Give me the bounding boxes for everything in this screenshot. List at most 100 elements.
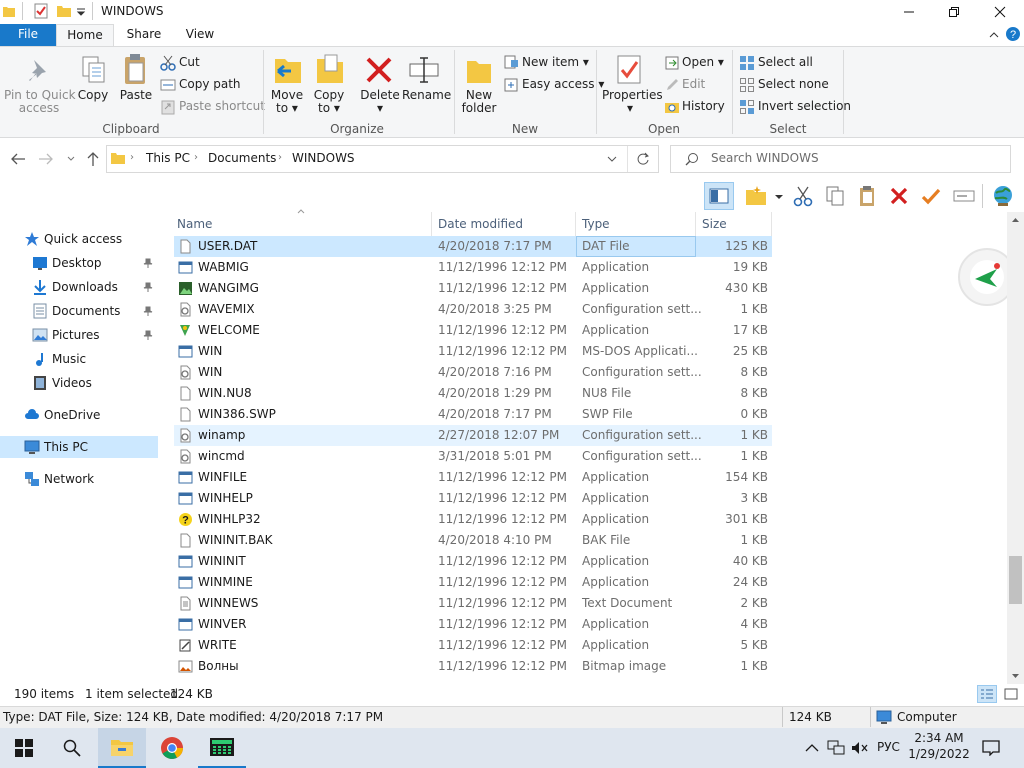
file-row[interactable]: WINHELP 11/12/1996 12:12 PM Application 3 K…: [174, 488, 772, 509]
tab-share[interactable]: Share: [118, 24, 170, 46]
file-row[interactable]: WIN 11/12/1996 12:12 PM MS-DOS Applicati..…: [174, 341, 772, 362]
maximize-button[interactable]: [931, 0, 977, 24]
nav-downloads[interactable]: Downloads: [0, 276, 158, 298]
close-button[interactable]: [977, 0, 1023, 24]
file-row[interactable]: WRITE 11/12/1996 12:12 PM Application 5 KB: [174, 635, 772, 656]
file-row[interactable]: WININIT.BAK 4/20/2018 4:10 PM BAK File 1 KB: [174, 530, 772, 551]
column-divider[interactable]: [695, 212, 696, 236]
file-row[interactable]: WIN386.SWP 4/20/2018 7:17 PM SWP File 0 KB: [174, 404, 772, 425]
copy-button[interactable]: Copy: [76, 89, 110, 102]
toolbar-dropdown-button[interactable]: [772, 190, 786, 204]
column-divider[interactable]: [575, 212, 576, 236]
show-hidden-icons-button[interactable]: [802, 738, 822, 758]
large-icons-view-button[interactable]: [1001, 685, 1021, 703]
breadcrumb-documents[interactable]: Documents: [208, 151, 276, 165]
select-none-button[interactable]: Select none: [758, 77, 829, 91]
delete-toolbar-button[interactable]: [888, 184, 910, 208]
help-icon[interactable]: ?: [1005, 26, 1021, 42]
move-to-button[interactable]: Move to ▾: [268, 89, 306, 115]
breadcrumb-windows[interactable]: WINDOWS: [292, 151, 355, 165]
open-button[interactable]: Open ▾: [682, 55, 724, 69]
column-header-name[interactable]: Name: [177, 214, 212, 236]
file-row[interactable]: WIN.NU8 4/20/2018 1:29 PM NU8 File 8 KB: [174, 383, 772, 404]
new-folder-qat-icon[interactable]: [56, 3, 72, 19]
nav-this-pc[interactable]: This PC: [0, 436, 158, 458]
nav-quick-access[interactable]: Quick access: [0, 228, 158, 250]
breadcrumb-this-pc[interactable]: This PC: [146, 151, 190, 165]
file-row[interactable]: WINNEWS 11/12/1996 12:12 PM Text Document 2…: [174, 593, 772, 614]
nav-videos[interactable]: Videos: [0, 372, 158, 394]
column-divider[interactable]: [431, 212, 432, 236]
rename-button[interactable]: Rename: [402, 89, 451, 102]
delete-button[interactable]: Delete ▾: [358, 89, 402, 115]
file-row[interactable]: wincmd 3/31/2018 5:01 PM Configuration set…: [174, 446, 772, 467]
back-button[interactable]: [8, 150, 28, 168]
chevron-up-icon[interactable]: [987, 28, 1001, 42]
refresh-button[interactable]: [634, 151, 652, 167]
vertical-scrollbar[interactable]: [1007, 212, 1024, 684]
details-view-button[interactable]: [977, 685, 997, 703]
paste-toolbar-button[interactable]: [856, 184, 878, 208]
history-button[interactable]: History: [682, 99, 725, 113]
copy-path-button[interactable]: Copy path: [179, 77, 241, 91]
edit-button[interactable]: Edit: [682, 77, 705, 91]
file-row[interactable]: Волны 11/12/1996 12:12 PM Bitmap image 1 KB: [174, 656, 772, 677]
file-row[interactable]: winamp 2/27/2018 12:07 PM Configuration se…: [174, 425, 772, 446]
customize-qat-icon[interactable]: [75, 6, 87, 18]
scroll-up-icon[interactable]: [1009, 214, 1022, 226]
nav-music[interactable]: Music: [0, 348, 158, 370]
properties-qat-icon[interactable]: [33, 3, 49, 19]
new-item-button[interactable]: New item ▾: [522, 55, 589, 69]
paste-button[interactable]: Paste: [118, 89, 154, 102]
start-button[interactable]: [0, 728, 48, 768]
cut-button[interactable]: Cut: [179, 55, 200, 69]
network-toolbar-button[interactable]: [990, 184, 1016, 208]
rename-toolbar-button[interactable]: [952, 184, 976, 208]
minimize-button[interactable]: [886, 0, 932, 24]
tab-home[interactable]: Home: [56, 24, 114, 47]
nav-documents[interactable]: Documents: [0, 300, 158, 322]
file-row[interactable]: WAVEMIX 4/20/2018 3:25 PM Configuration se…: [174, 299, 772, 320]
network-tray-icon[interactable]: [826, 738, 846, 758]
up-button[interactable]: [83, 150, 103, 168]
recent-locations-button[interactable]: [64, 152, 78, 166]
copy-toolbar-button[interactable]: [824, 184, 846, 208]
copy-to-button[interactable]: Copy to ▾: [310, 89, 348, 115]
properties-toolbar-button[interactable]: [920, 184, 942, 208]
column-header-type[interactable]: Type: [582, 214, 610, 236]
volume-muted-icon[interactable]: [850, 738, 870, 758]
tab-file[interactable]: File: [0, 24, 56, 46]
address-dropdown-button[interactable]: [604, 151, 620, 167]
column-header-date[interactable]: Date modified: [438, 214, 523, 236]
file-row[interactable]: USER.DAT 4/20/2018 7:17 PM DAT File 125 KB: [174, 236, 772, 257]
file-row[interactable]: ? WINHLP32 11/12/1996 12:12 PM Application 3…: [174, 509, 772, 530]
forward-button[interactable]: [36, 150, 56, 168]
tab-view[interactable]: View: [175, 24, 225, 46]
keyboard-language[interactable]: РУС: [877, 740, 900, 754]
scroll-down-icon[interactable]: [1009, 670, 1022, 682]
nav-pictures[interactable]: Pictures: [0, 324, 158, 346]
preview-pane-button[interactable]: [704, 182, 734, 210]
file-row[interactable]: WANGIMG 11/12/1996 12:12 PM Application 430…: [174, 278, 772, 299]
select-all-button[interactable]: Select all: [758, 55, 813, 69]
taskbar-search-button[interactable]: [48, 728, 96, 768]
pin-to-quick-access-button[interactable]: Pin to Quick access: [4, 89, 76, 115]
nav-network[interactable]: Network: [0, 468, 158, 490]
easy-access-button[interactable]: Easy access ▾: [522, 77, 604, 91]
column-divider[interactable]: [771, 212, 772, 236]
column-header-size[interactable]: Size: [702, 214, 727, 236]
file-row[interactable]: WELCOME 11/12/1996 12:12 PM Application 17 …: [174, 320, 772, 341]
notifications-button[interactable]: [980, 738, 1002, 758]
file-row[interactable]: WINMINE 11/12/1996 12:12 PM Application 24 …: [174, 572, 772, 593]
nav-onedrive[interactable]: OneDrive: [0, 404, 158, 426]
file-row[interactable]: WINFILE 11/12/1996 12:12 PM Application 154…: [174, 467, 772, 488]
file-row[interactable]: WINVER 11/12/1996 12:12 PM Application 4 KB: [174, 614, 772, 635]
nav-desktop[interactable]: Desktop: [0, 252, 158, 274]
taskbar-file-explorer[interactable]: [98, 728, 146, 768]
taskbar-chrome[interactable]: [148, 728, 196, 768]
file-row[interactable]: WININIT 11/12/1996 12:12 PM Application 40 …: [174, 551, 772, 572]
new-folder-toolbar-button[interactable]: [744, 184, 768, 208]
file-row[interactable]: WABMIG 11/12/1996 12:12 PM Application 19 K…: [174, 257, 772, 278]
new-folder-button[interactable]: New folder: [458, 89, 500, 115]
scrollbar-thumb[interactable]: [1009, 556, 1022, 604]
